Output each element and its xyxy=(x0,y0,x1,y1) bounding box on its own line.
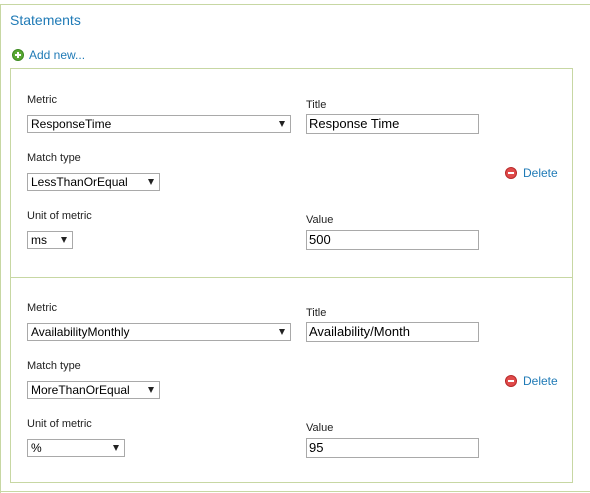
chevron-down-icon xyxy=(148,387,154,393)
metric-label: Metric xyxy=(27,94,57,106)
unit-select[interactable]: ms xyxy=(27,231,73,249)
value-label: Value xyxy=(306,422,334,434)
delete-button[interactable]: Delete xyxy=(505,166,558,180)
statement-row: Metric AvailabilityMonthly Title Availab… xyxy=(11,277,572,486)
title-input[interactable]: Response Time xyxy=(306,114,479,134)
value-label: Value xyxy=(306,214,334,226)
match-type-select[interactable]: LessThanOrEqual xyxy=(27,173,160,191)
metric-select[interactable]: AvailabilityMonthly xyxy=(27,323,291,341)
add-new-button[interactable]: Add new... xyxy=(12,48,85,62)
unit-select-value: ms xyxy=(31,233,47,247)
metric-select-value: AvailabilityMonthly xyxy=(31,325,130,339)
section-title: Statements xyxy=(10,12,81,28)
frame-bottom-border xyxy=(0,491,590,492)
title-input[interactable]: Availability/Month xyxy=(306,322,479,342)
metric-select-value: ResponseTime xyxy=(31,117,112,131)
delete-label[interactable]: Delete xyxy=(523,166,558,180)
unit-label: Unit of metric xyxy=(27,210,92,222)
chevron-down-icon xyxy=(61,237,67,243)
value-input[interactable]: 95 xyxy=(306,438,479,458)
match-type-label: Match type xyxy=(27,152,81,164)
frame-top-border xyxy=(0,4,590,5)
chevron-down-icon xyxy=(148,179,154,185)
match-type-select[interactable]: MoreThanOrEqual xyxy=(27,381,160,399)
match-type-select-value: MoreThanOrEqual xyxy=(31,383,130,397)
unit-select[interactable]: % xyxy=(27,439,125,457)
value-input[interactable]: 500 xyxy=(306,230,479,250)
chevron-down-icon xyxy=(279,329,285,335)
add-new-label[interactable]: Add new... xyxy=(29,48,85,62)
delete-label[interactable]: Delete xyxy=(523,374,558,388)
metric-select[interactable]: ResponseTime xyxy=(27,115,291,133)
statements-panel: Metric ResponseTime Title Response Time … xyxy=(10,68,573,483)
minus-circle-icon xyxy=(505,167,517,179)
minus-circle-icon xyxy=(505,375,517,387)
title-label: Title xyxy=(306,99,327,111)
delete-button[interactable]: Delete xyxy=(505,374,558,388)
match-type-select-value: LessThanOrEqual xyxy=(31,175,128,189)
frame-left-border xyxy=(0,4,1,493)
metric-label: Metric xyxy=(27,302,57,314)
chevron-down-icon xyxy=(113,445,119,451)
title-label: Title xyxy=(306,307,327,319)
unit-select-value: % xyxy=(31,441,42,455)
plus-circle-icon xyxy=(12,49,24,61)
unit-label: Unit of metric xyxy=(27,418,92,430)
chevron-down-icon xyxy=(279,121,285,127)
statement-row: Metric ResponseTime Title Response Time … xyxy=(11,69,572,277)
match-type-label: Match type xyxy=(27,360,81,372)
